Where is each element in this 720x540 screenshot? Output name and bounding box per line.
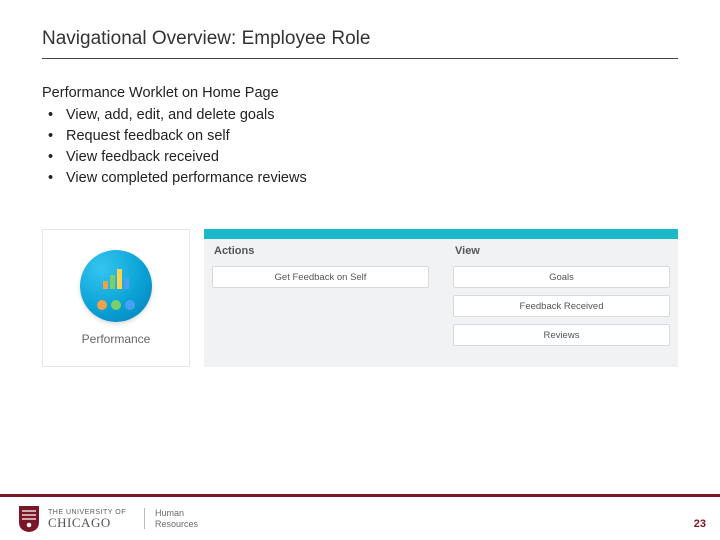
list-item: •Request feedback on self xyxy=(48,126,678,147)
visuals-row: Performance Actions Get Feedback on Self… xyxy=(42,229,678,367)
people-icon xyxy=(97,300,135,310)
dept-line: Human xyxy=(155,508,198,518)
performance-icon xyxy=(80,250,152,322)
actions-column: Actions Get Feedback on Self xyxy=(204,239,437,367)
dept-line: Resources xyxy=(155,519,198,529)
slide: Navigational Overview: Employee Role Per… xyxy=(0,0,720,540)
university-name: THE UNIVERSITY OF CHICAGO xyxy=(48,509,126,529)
bullet-text: View, add, edit, and delete goals xyxy=(66,107,275,123)
page-number: 23 xyxy=(694,518,706,530)
department-name: Human Resources xyxy=(144,508,198,529)
footer: THE UNIVERSITY OF CHICAGO Human Resource… xyxy=(0,494,720,540)
list-item: •View feedback received xyxy=(48,147,678,168)
univ-chicago: CHICAGO xyxy=(48,516,126,529)
list-item: •View, add, edit, and delete goals xyxy=(48,105,678,126)
bullet-text: View feedback received xyxy=(66,149,219,165)
feedback-received-button[interactable]: Feedback Received xyxy=(453,295,670,317)
view-title: View xyxy=(453,245,670,257)
performance-worklet-card[interactable]: Performance xyxy=(42,229,190,367)
get-feedback-on-self-button[interactable]: Get Feedback on Self xyxy=(212,266,429,288)
bullet-text: Request feedback on self xyxy=(66,128,230,144)
list-item: •View completed performance reviews xyxy=(48,168,678,189)
reviews-button[interactable]: Reviews xyxy=(453,324,670,346)
goals-button[interactable]: Goals xyxy=(453,266,670,288)
teal-header-bar xyxy=(204,229,678,239)
view-column: View Goals Feedback Received Reviews xyxy=(445,239,678,367)
panel-columns: Actions Get Feedback on Self View Goals … xyxy=(204,239,678,367)
worklet-panels: Actions Get Feedback on Self View Goals … xyxy=(204,229,678,367)
bullet-list: •View, add, edit, and delete goals •Requ… xyxy=(42,105,678,189)
page-title: Navigational Overview: Employee Role xyxy=(42,28,678,59)
shield-icon xyxy=(18,505,40,533)
section-heading: Performance Worklet on Home Page xyxy=(42,85,678,101)
university-logo: THE UNIVERSITY OF CHICAGO Human Resource… xyxy=(18,505,198,533)
bullet-text: View completed performance reviews xyxy=(66,170,307,186)
actions-title: Actions xyxy=(212,245,429,257)
worklet-label: Performance xyxy=(82,332,151,346)
